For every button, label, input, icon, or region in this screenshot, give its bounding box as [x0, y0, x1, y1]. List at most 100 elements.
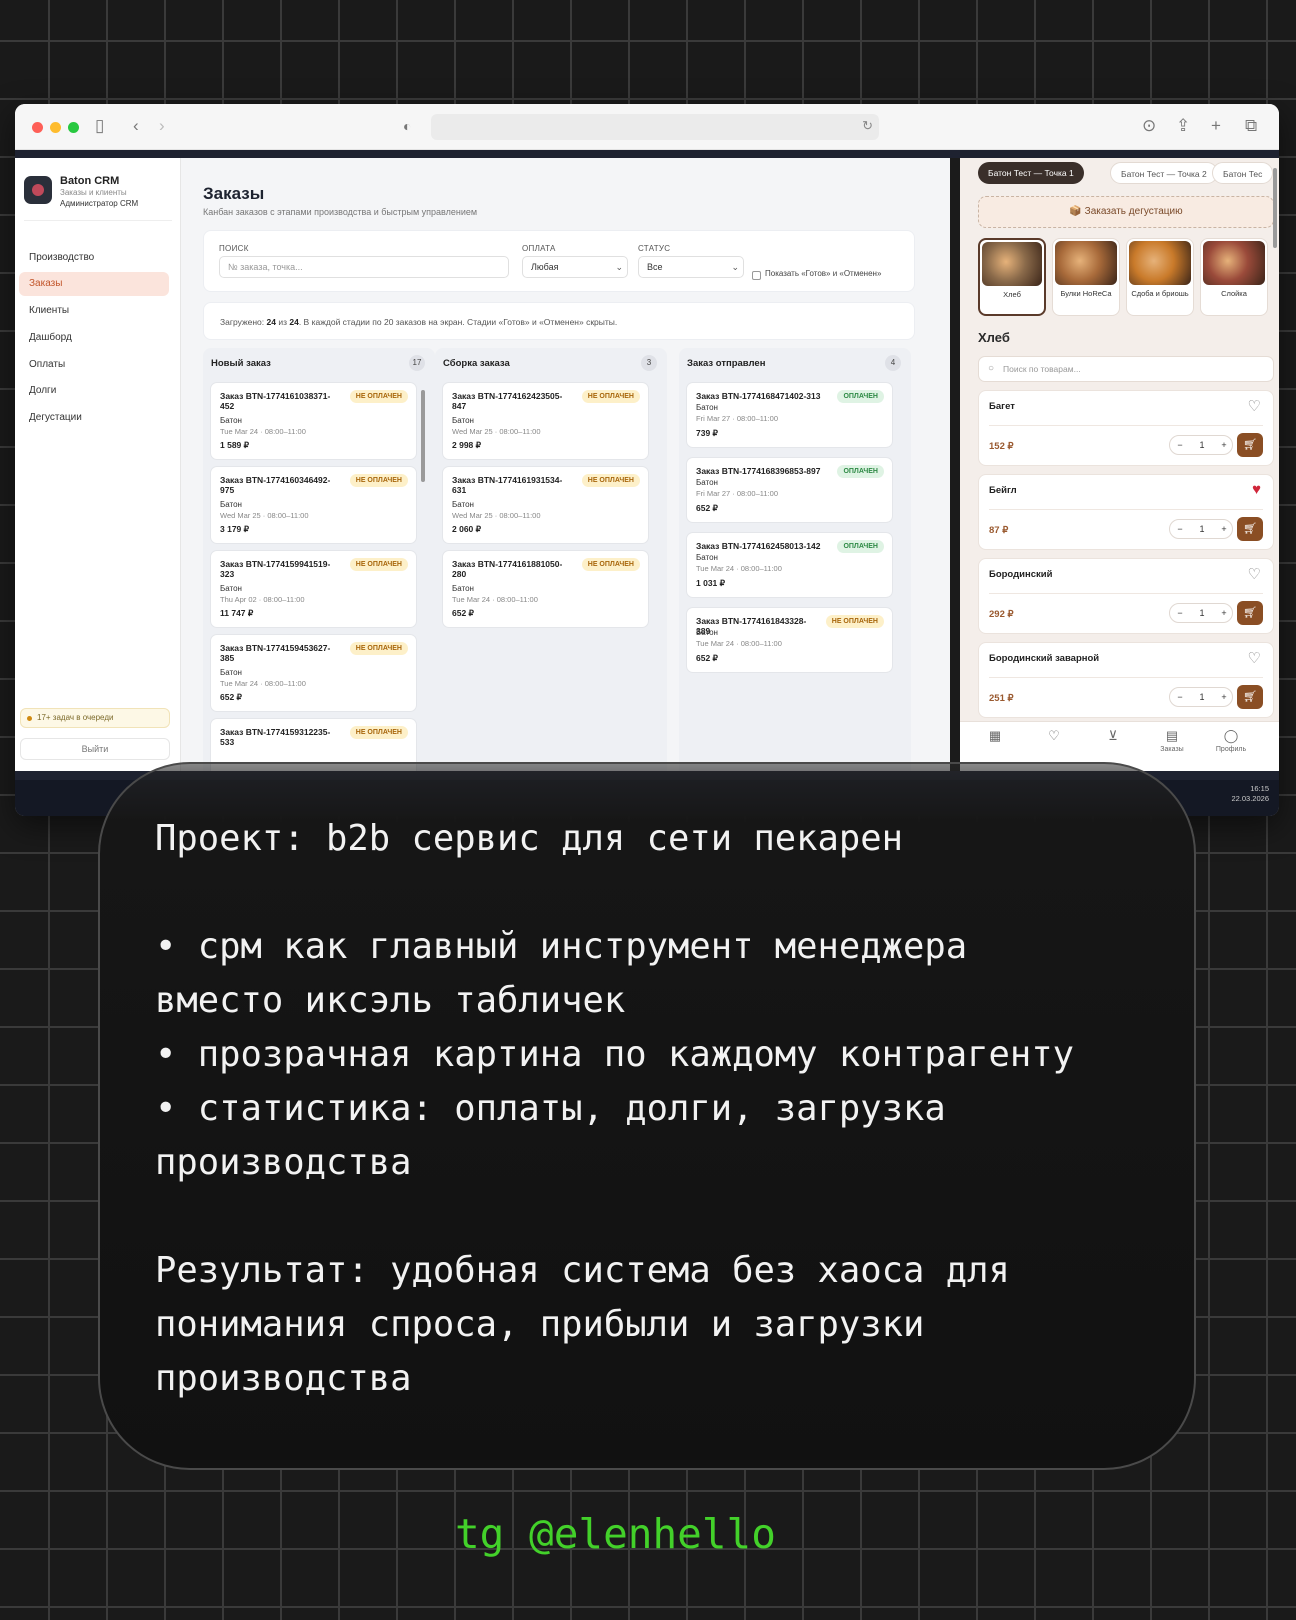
- kanban-scrollbar[interactable]: [421, 390, 425, 482]
- plus-icon[interactable]: +: [1214, 520, 1234, 538]
- new-tab-icon[interactable]: +: [1211, 116, 1221, 136]
- order-card[interactable]: Заказ BTN-1774162458013-142 ОПЛАЧЕН Батон T…: [686, 532, 893, 598]
- order-card[interactable]: Заказ BTN-1774162423505-847 НЕ ОПЛАЧЕН Бат…: [442, 382, 649, 460]
- bottom-nav-item[interactable]: ♡: [1029, 728, 1079, 746]
- add-to-cart-button[interactable]: 🛒︎: [1237, 601, 1263, 625]
- tab-point-1[interactable]: Батон Тест — Точка 1: [978, 162, 1084, 184]
- forward-icon[interactable]: ›: [159, 116, 165, 136]
- loaded-total: 24: [289, 317, 299, 327]
- status-select[interactable]: Все ⌄: [638, 256, 744, 278]
- bottom-nav-item[interactable]: ⊻: [1088, 728, 1138, 746]
- bottom-nav-item[interactable]: ◯ Профиль: [1206, 728, 1256, 753]
- category-image: [1129, 241, 1191, 285]
- order-card[interactable]: Заказ BTN-1774168396853-897 ОПЛАЧЕН Батон F…: [686, 457, 893, 523]
- section-title: Хлеб: [978, 330, 1010, 345]
- sidebar-item-3[interactable]: Дашборд: [19, 326, 169, 350]
- category-label: Сдоба и бриошь: [1131, 289, 1189, 298]
- kanban-column: Заказ отправлен 4 Заказ BTN-1774168471402-…: [679, 348, 911, 771]
- status-value: Все: [647, 262, 663, 272]
- browser-window: ▯ ‹ › ◐ ↻ ⊙ ⇪ + ⧉ Baton CRM Заказы и кли…: [15, 104, 1279, 816]
- minus-icon[interactable]: −: [1170, 688, 1190, 706]
- order-card[interactable]: Заказ BTN-1774161038371-452 НЕ ОПЛАЧЕН Бат…: [210, 382, 417, 460]
- minus-icon[interactable]: −: [1170, 520, 1190, 538]
- plus-icon[interactable]: +: [1214, 688, 1234, 706]
- order-card[interactable]: Заказ BTN-1774161881050-280 НЕ ОПЛАЧЕН Бат…: [442, 550, 649, 628]
- loaded-info: Загружено: 24 из 24. В каждой стадии по …: [203, 302, 915, 340]
- order-product: Батон: [452, 416, 474, 425]
- minus-icon[interactable]: −: [1170, 604, 1190, 622]
- category-item[interactable]: Сдоба и бриошь: [1126, 238, 1194, 316]
- add-to-cart-button[interactable]: 🛒︎: [1237, 433, 1263, 457]
- sidebar-item-5[interactable]: Долги: [19, 379, 169, 403]
- tab-point-3[interactable]: Батон Тес: [1212, 162, 1274, 184]
- order-card[interactable]: Заказ BTN-1774160346492-975 НЕ ОПЛАЧЕН Бат…: [210, 466, 417, 544]
- close-window-button[interactable]: [32, 122, 43, 133]
- sidebar: Baton CRM Заказы и клиенты Администратор…: [15, 158, 181, 771]
- order-delivery-date: Tue Mar 24 · 08:00–11:00: [696, 639, 782, 648]
- minimize-window-button[interactable]: [50, 122, 61, 133]
- share-icon[interactable]: ⇪: [1176, 116, 1190, 136]
- page-viewport: Baton CRM Заказы и клиенты Администратор…: [15, 150, 1279, 816]
- product-name: Бейгл: [989, 485, 1017, 496]
- order-card[interactable]: Заказ BTN-1774168471402-313 ОПЛАЧЕН Батон F…: [686, 382, 893, 448]
- search-input[interactable]: № заказа, точка...: [219, 256, 509, 278]
- quantity-stepper[interactable]: −1 +: [1169, 435, 1233, 455]
- add-to-cart-button[interactable]: 🛒︎: [1237, 517, 1263, 541]
- zoom-window-button[interactable]: [68, 122, 79, 133]
- order-card[interactable]: Заказ BTN-1774161843328-389 НЕ ОПЛАЧЕН Бат…: [686, 607, 893, 673]
- order-id: Заказ BTN-1774161038371-452: [220, 391, 331, 411]
- heart-icon[interactable]: ♡: [1248, 649, 1261, 667]
- plus-icon[interactable]: +: [1214, 436, 1234, 454]
- heart-icon[interactable]: ♡: [1248, 565, 1261, 583]
- plus-icon[interactable]: +: [1214, 604, 1234, 622]
- sidebar-item-2[interactable]: Клиенты: [19, 299, 169, 323]
- sidebar-item-6[interactable]: Дегустации: [19, 406, 169, 430]
- order-product: Батон: [696, 628, 718, 637]
- order-card[interactable]: Заказ BTN-1774159941519-323 НЕ ОПЛАЧЕН Бат…: [210, 550, 417, 628]
- tab-point-2[interactable]: Батон Тест — Точка 2: [1110, 162, 1218, 184]
- quantity-stepper[interactable]: −1 +: [1169, 519, 1233, 539]
- product-price: 87 ₽: [989, 525, 1009, 536]
- reload-icon[interactable]: ↻: [862, 118, 873, 134]
- sidebar-item-0[interactable]: Производство: [19, 246, 169, 270]
- product-price: 292 ₽: [989, 609, 1014, 620]
- order-delivery-date: Wed Mar 25 · 08:00–11:00: [452, 511, 541, 520]
- payment-select[interactable]: Любая ⌄: [522, 256, 628, 278]
- catalog-icon: ▦: [988, 728, 1002, 743]
- quantity-stepper[interactable]: −1 +: [1169, 687, 1233, 707]
- minus-icon[interactable]: −: [1170, 436, 1190, 454]
- sidebar-item-4[interactable]: Оплаты: [19, 353, 169, 377]
- bottom-nav-item[interactable]: ▦: [970, 728, 1020, 746]
- add-to-cart-button[interactable]: 🛒︎: [1237, 685, 1263, 709]
- order-card[interactable]: Заказ BTN-1774159453627-385 НЕ ОПЛАЧЕН Бат…: [210, 634, 417, 712]
- category-image: [1055, 241, 1117, 285]
- order-card[interactable]: Заказ BTN-1774161931534-631 НЕ ОПЛАЧЕН Бат…: [442, 466, 649, 544]
- logout-button[interactable]: Выйти: [20, 738, 170, 760]
- heart-icon[interactable]: ♡: [1248, 397, 1261, 415]
- sidebar-item-1[interactable]: Заказы: [19, 272, 169, 296]
- brand-name: Baton CRM: [60, 175, 120, 187]
- quantity-stepper[interactable]: −1 +: [1169, 603, 1233, 623]
- product-name: Бородинский заварной: [989, 653, 1100, 664]
- download-icon[interactable]: ⊙: [1142, 116, 1156, 136]
- category-item[interactable]: Булки HoReCa: [1052, 238, 1120, 316]
- heart-icon[interactable]: ♥: [1252, 481, 1261, 498]
- description-text: Проект: b2b сервис для сети пекарен • ср…: [155, 818, 1075, 1399]
- category-item[interactable]: Хлеб: [978, 238, 1046, 316]
- product-search-input[interactable]: Поиск по товарам...: [978, 356, 1274, 382]
- order-tasting-button[interactable]: 📦 Заказать дегустацию: [978, 196, 1274, 228]
- address-bar[interactable]: ↻: [431, 114, 879, 140]
- category-item[interactable]: Слойка: [1200, 238, 1268, 316]
- order-id: Заказ BTN-1774160346492-975: [220, 475, 331, 495]
- tabs-overview-icon[interactable]: ⧉: [1245, 116, 1257, 136]
- shop-scrollbar[interactable]: [1273, 168, 1277, 248]
- show-done-checkbox[interactable]: [752, 271, 761, 280]
- sidebar-toggle-icon[interactable]: ▯: [95, 116, 104, 136]
- panel-divider[interactable]: [950, 158, 960, 771]
- product-name: Багет: [989, 401, 1015, 412]
- brand-subtitle: Заказы и клиенты: [60, 188, 127, 197]
- bottom-nav-item[interactable]: ▤ Заказы: [1147, 728, 1197, 753]
- kanban-column: Сборка заказа 3 Заказ BTN-1774162423505-84…: [435, 348, 667, 771]
- payment-status-badge: ОПЛАЧЕН: [837, 540, 884, 553]
- back-icon[interactable]: ‹: [133, 116, 139, 136]
